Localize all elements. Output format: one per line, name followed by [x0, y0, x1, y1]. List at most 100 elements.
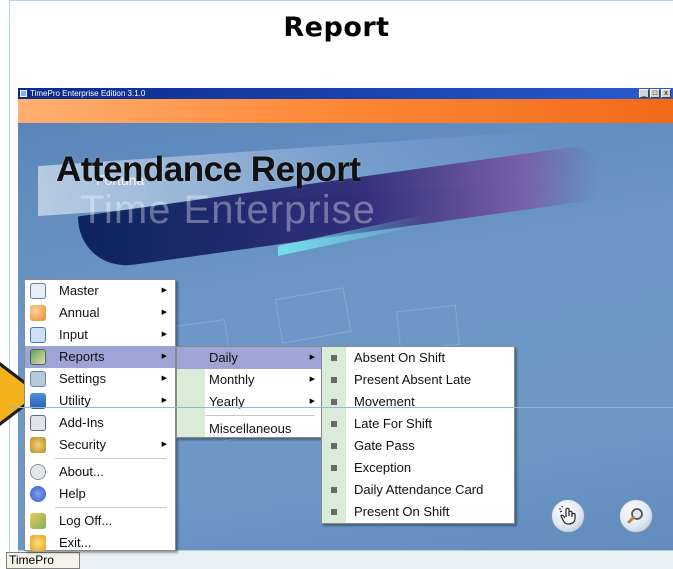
menu-item-input[interactable]: Input ▶	[25, 324, 175, 346]
report-item-label: Movement	[354, 394, 415, 409]
search-button[interactable]	[619, 499, 653, 533]
orange-banner	[18, 99, 673, 123]
help-icon	[30, 486, 46, 502]
magnifier-icon	[627, 508, 643, 524]
report-item-label: Exception	[354, 460, 412, 475]
bullet-icon	[331, 465, 337, 471]
start-menu: Master ▶ Annual ▶ Input ▶ Reports ▶ Sett…	[24, 279, 176, 551]
reports-icon	[30, 349, 46, 365]
bullet-icon	[331, 355, 337, 361]
report-item-label: Present On Shift	[354, 504, 450, 519]
menu-item-settings[interactable]: Settings ▶	[25, 368, 175, 390]
window-controls: _ □ x	[639, 89, 671, 98]
maximize-button[interactable]: □	[650, 89, 660, 98]
menu-item-security[interactable]: Security ▶	[25, 434, 175, 456]
menu-separator	[55, 458, 167, 459]
submenu-item-yearly[interactable]: Yearly ▶	[177, 391, 321, 413]
menu-item-label: Master	[59, 283, 99, 298]
calendar-icon	[30, 283, 46, 299]
submenu-item-label: Yearly	[209, 394, 245, 409]
menu-item-annual[interactable]: Annual ▶	[25, 302, 175, 324]
hand-pointer-icon	[559, 506, 576, 525]
input-icon	[30, 327, 46, 343]
menu-separator	[205, 415, 315, 416]
submenu-arrow-icon: ▶	[161, 441, 167, 448]
daily-reports-submenu: Absent On Shift Present Absent Late Move…	[321, 346, 515, 524]
menu-item-exit[interactable]: Exit...	[25, 532, 175, 554]
reports-submenu: Daily ▶ Monthly ▶ Yearly ▶ Miscellaneous	[176, 346, 322, 438]
menu-item-reports[interactable]: Reports ▶	[25, 346, 175, 368]
close-button[interactable]: x	[661, 89, 671, 98]
report-item-label: Absent On Shift	[354, 350, 446, 365]
start-button[interactable]: TimePro	[6, 552, 80, 569]
about-icon	[30, 464, 46, 480]
settings-icon	[30, 371, 46, 387]
menu-item-master[interactable]: Master ▶	[25, 280, 175, 302]
menu-item-label: About...	[59, 464, 104, 479]
window-titlebar: TimePro Enterprise Edition 3.1.0 _ □ x	[18, 88, 673, 99]
overlay-title: Attendance Report	[56, 150, 361, 189]
report-item-present-absent-late[interactable]: Present Absent Late	[322, 369, 514, 391]
menu-item-label: Security	[59, 437, 106, 452]
menu-item-label: Input	[59, 327, 88, 342]
report-item-daily-attendance-card[interactable]: Daily Attendance Card	[322, 479, 514, 501]
report-item-gate-pass[interactable]: Gate Pass	[322, 435, 514, 457]
slide-title: Report	[283, 12, 390, 43]
report-item-absent-on-shift[interactable]: Absent On Shift	[322, 347, 514, 369]
submenu-arrow-icon: ▶	[309, 376, 315, 383]
menu-item-label: Add-Ins	[59, 415, 104, 430]
submenu-item-monthly[interactable]: Monthly ▶	[177, 369, 321, 391]
bullet-icon	[331, 487, 337, 493]
menu-item-label: Exit...	[59, 535, 92, 550]
menu-item-label: Help	[59, 486, 86, 501]
report-item-label: Present Absent Late	[354, 372, 472, 387]
window-title: TimePro Enterprise Edition 3.1.0	[30, 89, 146, 98]
network-graphic	[396, 304, 460, 352]
hand-pointer-button[interactable]	[551, 499, 585, 533]
submenu-arrow-icon: ▶	[161, 397, 167, 404]
menu-item-addins[interactable]: Add-Ins	[25, 412, 175, 434]
submenu-arrow-icon: ▶	[161, 375, 167, 382]
report-item-movement[interactable]: Movement	[322, 391, 514, 413]
report-item-late-for-shift[interactable]: Late For Shift	[322, 413, 514, 435]
report-item-label: Daily Attendance Card	[354, 482, 484, 497]
submenu-arrow-icon: ▶	[309, 398, 315, 405]
menu-item-label: Settings	[59, 371, 106, 386]
network-graphic	[274, 287, 352, 344]
security-icon	[30, 437, 46, 453]
submenu-item-label: Miscellaneous	[209, 421, 292, 436]
brand-product-name: Time Enterprise	[80, 188, 376, 232]
addins-icon	[30, 415, 46, 431]
submenu-item-label: Monthly	[209, 372, 255, 387]
submenu-item-daily[interactable]: Daily ▶	[177, 347, 321, 369]
menu-separator	[55, 507, 167, 508]
menu-item-label: Utility	[59, 393, 91, 408]
submenu-arrow-icon: ▶	[161, 331, 167, 338]
menu-item-help[interactable]: Help	[25, 483, 175, 505]
report-item-exception[interactable]: Exception	[322, 457, 514, 479]
menu-item-label: Annual	[59, 305, 100, 320]
bullet-icon	[331, 399, 337, 405]
menu-item-logoff[interactable]: Log Off...	[25, 510, 175, 532]
bullet-icon	[331, 443, 337, 449]
bullet-icon	[331, 421, 337, 427]
exit-icon	[30, 535, 46, 551]
menu-item-utility[interactable]: Utility ▶	[25, 390, 175, 412]
report-item-label: Late For Shift	[354, 416, 433, 431]
menu-item-label: Log Off...	[59, 513, 113, 528]
submenu-arrow-icon: ▶	[161, 309, 167, 316]
menu-item-label: Reports	[59, 349, 105, 364]
people-icon	[30, 305, 46, 321]
submenu-arrow-icon: ▶	[161, 353, 167, 360]
app-icon	[20, 90, 27, 97]
report-item-present-on-shift[interactable]: Present On Shift	[322, 501, 514, 523]
bullet-icon	[331, 509, 337, 515]
bullet-icon	[331, 377, 337, 383]
menu-item-about[interactable]: About...	[25, 461, 175, 483]
submenu-arrow-icon: ▶	[309, 354, 315, 361]
report-item-label: Gate Pass	[354, 438, 415, 453]
submenu-arrow-icon: ▶	[161, 287, 167, 294]
minimize-button[interactable]: _	[639, 89, 649, 98]
submenu-item-miscellaneous[interactable]: Miscellaneous	[177, 418, 321, 440]
utility-icon	[30, 393, 46, 409]
